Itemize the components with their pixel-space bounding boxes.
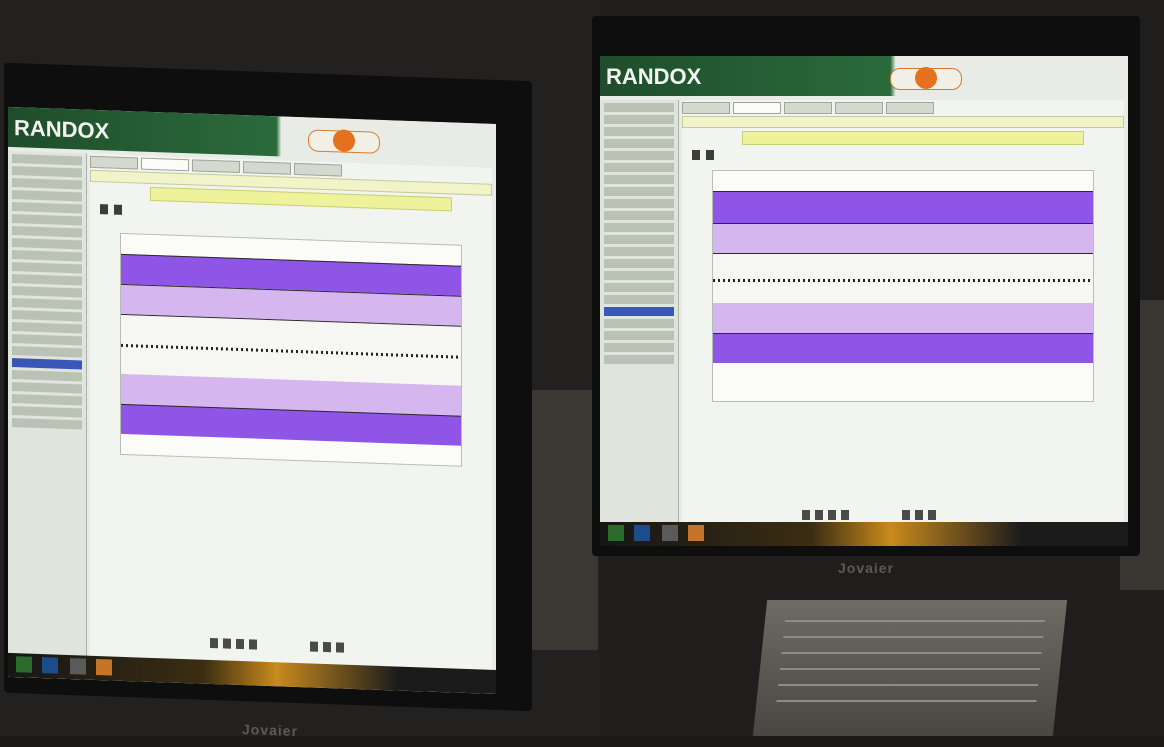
shelf-binder [530, 390, 598, 650]
monitor-brand: Jovaier [838, 560, 895, 576]
chart-toolbar [692, 148, 1114, 162]
tab[interactable] [835, 102, 883, 114]
app-header: RANDOX [600, 56, 1128, 96]
main-panel [90, 153, 492, 690]
browser-icon[interactable] [634, 525, 650, 541]
main-panel [682, 100, 1124, 542]
app-icon[interactable] [96, 658, 112, 676]
tab-active[interactable] [733, 102, 781, 114]
tab[interactable] [90, 155, 138, 170]
app-icon[interactable] [662, 525, 678, 541]
screen-left: RANDOX [8, 106, 496, 694]
path-bar [682, 116, 1124, 128]
windows-taskbar [600, 522, 1128, 546]
app-icon[interactable] [688, 525, 704, 541]
app-icon[interactable] [70, 658, 86, 675]
nav-icon[interactable] [100, 204, 108, 215]
tab[interactable] [243, 161, 291, 175]
tab[interactable] [886, 102, 934, 114]
app-logo: RANDOX [606, 64, 702, 89]
tab[interactable] [192, 159, 240, 174]
screen-right: RANDOX [600, 56, 1128, 546]
date-controls[interactable] [802, 510, 849, 520]
tab[interactable] [784, 102, 832, 114]
browser-icon[interactable] [42, 657, 58, 674]
date-controls[interactable] [210, 637, 257, 650]
desk-paper [752, 600, 1068, 736]
tab[interactable] [294, 162, 342, 177]
tab[interactable] [682, 102, 730, 114]
nav-icon[interactable] [692, 150, 700, 160]
monitor-left: RANDOX Jovaier [4, 62, 532, 739]
tab-strip[interactable] [682, 102, 1124, 114]
navigation-tree[interactable] [8, 150, 87, 680]
brand-badge-icon [890, 67, 962, 90]
selection-field[interactable] [742, 131, 1084, 145]
qc-chart [712, 170, 1094, 402]
navigation-tree[interactable] [600, 100, 679, 546]
monitor-brand: Jovaier [242, 721, 299, 740]
qc-chart [120, 232, 462, 467]
nav-icon[interactable] [706, 150, 714, 160]
tab-active[interactable] [141, 157, 189, 172]
app-logo: RANDOX [14, 115, 110, 144]
data-points [713, 279, 1093, 282]
brand-badge-icon [308, 129, 380, 154]
app-icon[interactable] [608, 525, 624, 541]
filter-controls[interactable] [902, 510, 936, 520]
filter-controls[interactable] [310, 641, 344, 653]
monitor-right: RANDOX Jovaier [592, 16, 1140, 576]
nav-icon[interactable] [114, 204, 122, 215]
app-icon[interactable] [16, 656, 32, 673]
